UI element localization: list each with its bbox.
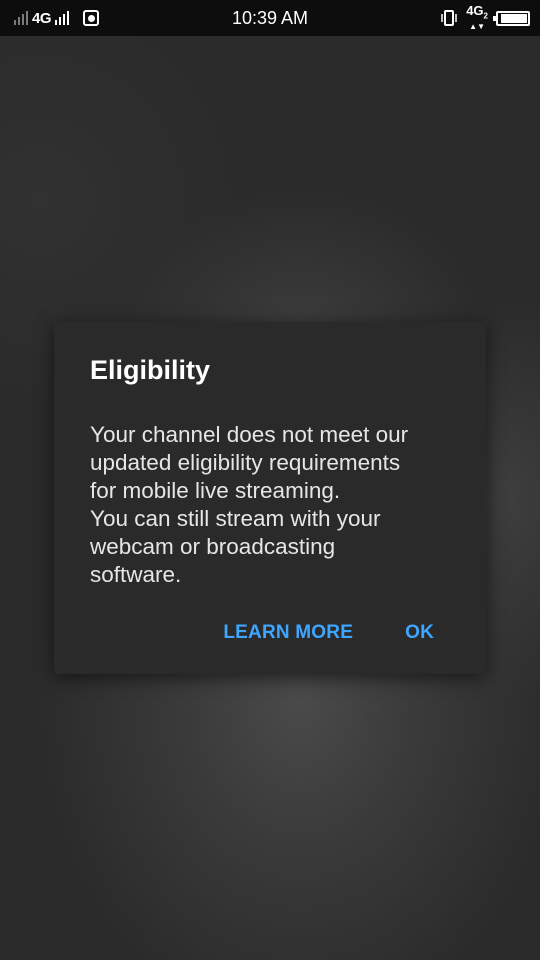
dialog-message-line: software. xyxy=(90,562,182,587)
network-type-right: 4G2 ▲▼ xyxy=(466,3,488,31)
ok-button[interactable]: OK xyxy=(405,622,434,644)
dialog-message-line: for mobile live streaming. xyxy=(90,478,341,503)
learn-more-button[interactable]: LEARN MORE xyxy=(223,622,353,644)
dialog-title: Eligibility xyxy=(90,355,211,385)
dialog-message-line: webcam or broadcasting xyxy=(90,534,336,559)
status-bar: 4G 10:39 AM 4G2 ▲▼ xyxy=(0,0,540,36)
battery-icon xyxy=(493,10,530,26)
eligibility-dialog: Eligibility Your channel does not meet o… xyxy=(54,322,486,674)
dialog-message-line: updated eligibility requirements xyxy=(90,450,401,475)
dialog-message-line: You can still stream with your xyxy=(90,506,381,531)
screen: 4G 10:39 AM 4G2 ▲▼ Eligibility Your chan… xyxy=(0,0,540,960)
dialog-message: Your channel does not meet our updated e… xyxy=(90,421,460,589)
dialog-actions: LEARN MORE OK xyxy=(223,616,486,650)
dialog-message-line: Your channel does not meet our xyxy=(90,422,409,447)
vibrate-icon xyxy=(441,10,457,26)
status-right: 4G2 ▲▼ xyxy=(440,0,530,36)
data-arrows-icon: ▲▼ xyxy=(469,21,486,31)
